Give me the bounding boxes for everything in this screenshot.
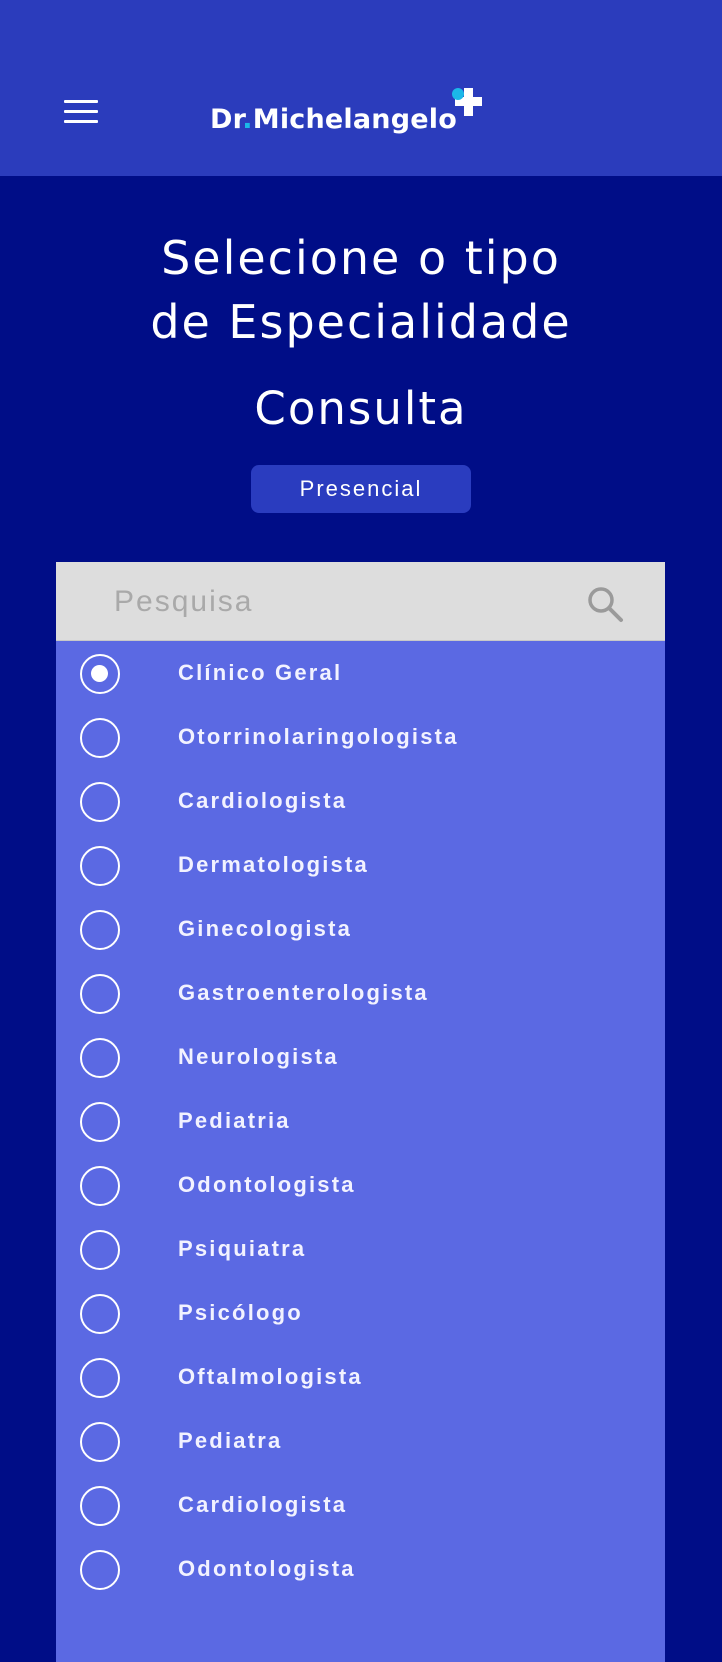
radio-button[interactable] xyxy=(80,1102,120,1142)
specialty-list: Clínico Geral Otorrinolaringologista Cardi… xyxy=(56,642,665,1602)
specialty-label: Dermatologista xyxy=(178,852,369,877)
radio-button[interactable] xyxy=(80,974,120,1014)
radio-button[interactable] xyxy=(80,1230,120,1270)
radio-button[interactable] xyxy=(80,654,120,694)
radio-button[interactable] xyxy=(80,1038,120,1078)
medical-cross-icon xyxy=(451,86,485,120)
specialty-option[interactable]: Pediatra xyxy=(56,1410,665,1474)
specialty-option[interactable]: Cardiologista xyxy=(56,1474,665,1538)
specialty-option[interactable]: Pediatria xyxy=(56,1090,665,1154)
title-line-1: Selecione o tipo xyxy=(161,231,561,285)
specialty-label: Cardiologista xyxy=(178,1492,348,1517)
radio-button[interactable] xyxy=(80,1422,120,1462)
radio-button[interactable] xyxy=(80,782,120,822)
specialty-option[interactable]: Psiquiatra xyxy=(56,1218,665,1282)
radio-button[interactable] xyxy=(80,910,120,950)
search-bar xyxy=(56,562,665,641)
hamburger-menu-icon[interactable] xyxy=(62,100,102,126)
specialty-option[interactable]: Gastroenterologista xyxy=(56,962,665,1026)
brand-logo: Dr.Michelangelo xyxy=(210,88,485,144)
title-line-2: de Especialidade xyxy=(150,295,572,349)
radio-button[interactable] xyxy=(80,1294,120,1334)
specialty-option[interactable]: Cardiologista xyxy=(56,770,665,834)
specialty-label: Clínico Geral xyxy=(178,660,343,685)
specialty-option[interactable]: Oftalmologista xyxy=(56,1346,665,1410)
specialty-option[interactable]: Otorrinolaringologista xyxy=(56,706,665,770)
radio-button[interactable] xyxy=(80,1166,120,1206)
specialty-label: Psicólogo xyxy=(178,1300,303,1325)
specialty-option[interactable]: Odontologista xyxy=(56,1154,665,1218)
specialty-label: Neurologista xyxy=(178,1044,339,1069)
radio-button[interactable] xyxy=(80,846,120,886)
specialty-option[interactable]: Dermatologista xyxy=(56,834,665,898)
radio-button[interactable] xyxy=(80,1486,120,1526)
specialty-option[interactable]: Clínico Geral xyxy=(56,642,665,706)
specialty-option[interactable]: Ginecologista xyxy=(56,898,665,962)
specialty-label: Oftalmologista xyxy=(178,1364,363,1389)
radio-button[interactable] xyxy=(80,1550,120,1590)
specialty-label: Pediatria xyxy=(178,1108,291,1133)
specialty-label: Odontologista xyxy=(178,1172,356,1197)
specialty-label: Gastroenterologista xyxy=(178,980,429,1005)
specialty-option[interactable]: Neurologista xyxy=(56,1026,665,1090)
specialty-label: Pediatra xyxy=(178,1428,283,1453)
specialty-label: Otorrinolaringologista xyxy=(178,724,459,749)
specialty-option[interactable]: Psicólogo xyxy=(56,1282,665,1346)
radio-button[interactable] xyxy=(80,718,120,758)
presencial-mode-button[interactable]: Presencial xyxy=(251,465,471,513)
specialty-label: Odontologista xyxy=(178,1556,356,1581)
radio-button[interactable] xyxy=(80,1358,120,1398)
app-bar: Dr.Michelangelo xyxy=(0,0,722,176)
specialty-label: Cardiologista xyxy=(178,788,348,813)
specialty-option[interactable]: Odontologista xyxy=(56,1538,665,1602)
consultation-subtitle: Consulta xyxy=(254,382,468,435)
specialty-label: Psiquiatra xyxy=(178,1236,307,1261)
brand-dot: . xyxy=(242,104,253,135)
specialty-label: Ginecologista xyxy=(178,916,353,941)
brand-text: Dr.Michelangelo xyxy=(210,104,457,135)
page-title: Selecione o tipo de Especialidade xyxy=(0,226,722,354)
specialty-panel: Clínico Geral Otorrinolaringologista Cardi… xyxy=(56,562,665,1662)
search-input[interactable] xyxy=(114,580,564,624)
search-icon[interactable] xyxy=(585,584,625,624)
